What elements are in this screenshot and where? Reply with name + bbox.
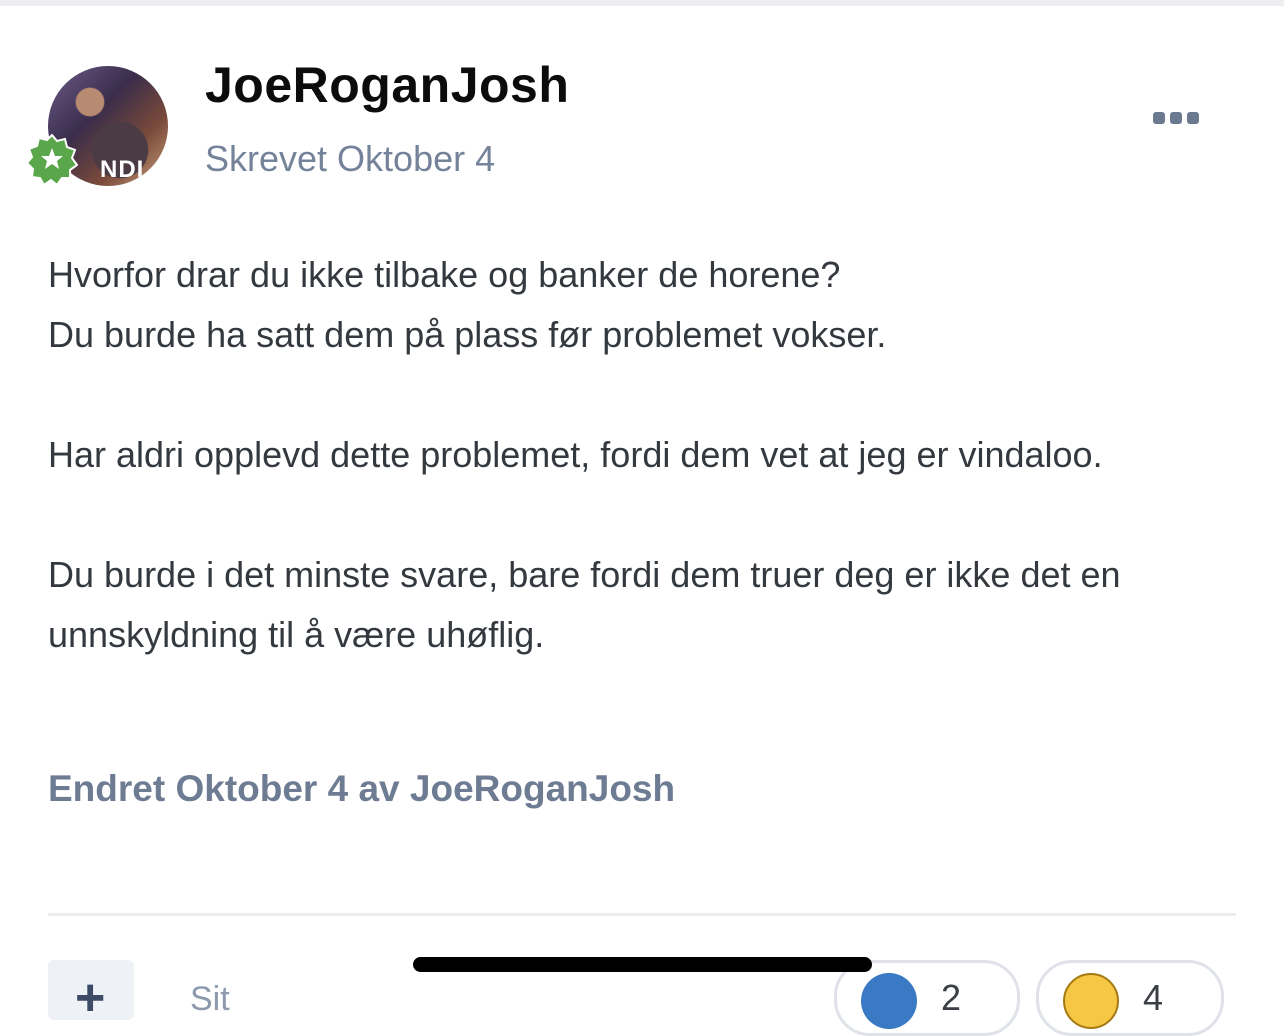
add-button[interactable]: + [48,960,134,1024]
star-badge-icon [26,134,78,186]
heart-icon [861,973,917,1029]
author-avatar-group[interactable]: NDI [26,66,170,190]
reaction-count: 2 [941,977,962,1018]
more-dots-icon[interactable] [1146,104,1206,132]
posted-date[interactable]: Skrevet Oktober 4 [205,138,495,180]
reaction-haha[interactable]: 4 [1036,960,1224,1036]
post-line: Du burde ha satt dem på plass før proble… [48,314,887,355]
reaction-count: 4 [1143,977,1164,1018]
edited-note: Endret Oktober 4 av JoeRoganJosh [48,768,676,809]
post-line: Hvorfor drar du ikke tilbake og banker d… [48,254,841,295]
dot [1170,112,1182,124]
post-body: Hvorfor drar du ikke tilbake og banker d… [48,245,1248,665]
dot [1153,112,1165,124]
avatar-text: NDI [100,156,145,183]
home-indicator[interactable] [413,957,872,972]
top-strip [0,0,1284,6]
dot [1187,112,1199,124]
post-paragraph: Du burde i det minste svare, bare fordi … [48,554,1121,655]
laughing-face-icon [1063,973,1119,1029]
divider [48,913,1236,916]
plus-icon: + [75,969,106,1027]
quote-link[interactable]: Sit [190,980,230,1019]
author-name[interactable]: JoeRoganJosh [205,56,569,114]
post-paragraph: Har aldri opplevd dette problemet, fordi… [48,434,1103,475]
post-paragraph: Hvorfor drar du ikke tilbake og banker d… [48,245,1248,365]
